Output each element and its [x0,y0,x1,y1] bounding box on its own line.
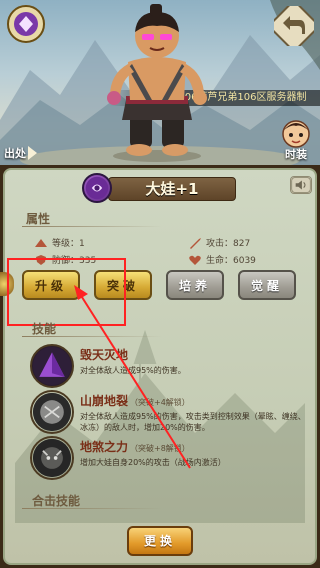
character-detail-screen: S106葫芦兄弟106区服务器制 出处 时装 大娃+1 属性 等级：1 攻击：8… [0,0,320,568]
annotation-arrow-icon [74,285,191,469]
